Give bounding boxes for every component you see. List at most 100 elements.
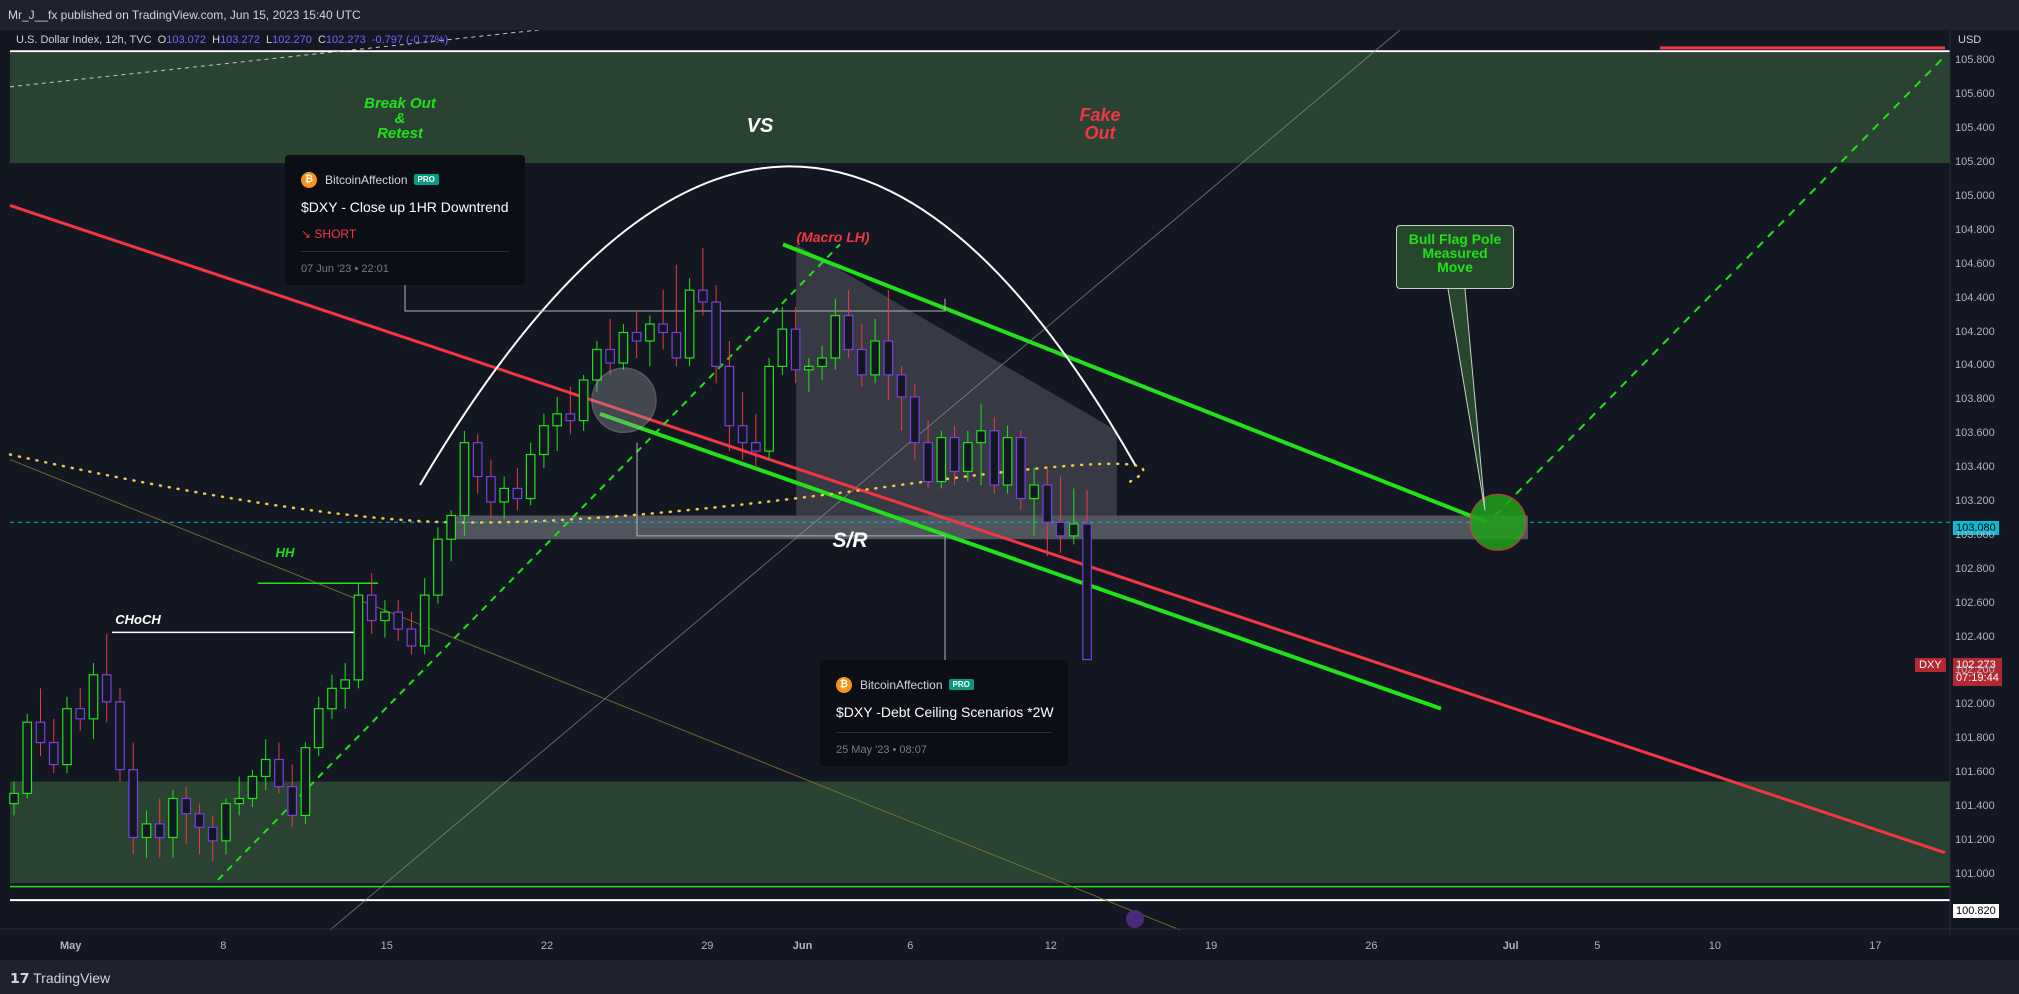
price-tick-label: 103.400: [1955, 461, 1995, 474]
candle-body: [777, 328, 788, 368]
price-tick-label: 102.800: [1955, 562, 1995, 575]
price-tick-label: 105.200: [1955, 156, 1995, 169]
candle-body: [406, 628, 417, 647]
candle-body: [62, 708, 72, 766]
candle-body: [327, 687, 337, 710]
candle-body: [75, 708, 86, 720]
bottom-price-tag: 100.820: [1953, 904, 1999, 918]
published-text: Mr_J__fx published on TradingView.com, J…: [8, 8, 361, 22]
candle-body: [433, 538, 443, 596]
idea-card-short[interactable]: ₿ BitcoinAffection PRO $DXY - Close up 1HR…: [285, 155, 525, 285]
breakout-annotation[interactable]: Break Out & Retest: [350, 96, 450, 141]
candle: [684, 278, 695, 367]
candle-body: [194, 813, 205, 828]
idea-date: 07 Jun '23 • 22:01: [301, 263, 389, 275]
candle-body: [88, 674, 99, 720]
candle-body: [698, 289, 708, 303]
candle: [353, 583, 364, 689]
sr-annotation[interactable]: S/R: [820, 530, 880, 551]
legend-low: 102.270: [272, 34, 312, 46]
idea-date: 25 May '23 • 08:07: [836, 744, 927, 756]
date-tick-label: 29: [701, 940, 714, 952]
breakout-line-1: Break Out: [364, 95, 436, 112]
fakeout-line-2: Out: [1084, 123, 1116, 143]
candle-body: [989, 430, 1000, 486]
date-tick-label: 15: [380, 940, 393, 952]
candle-body: [128, 769, 139, 839]
footer-bar: 𝟭𝟳 TradingView: [0, 960, 2019, 994]
price-tick-label: 101.000: [1955, 867, 1995, 880]
idea-direction: ↘ SHORT: [301, 227, 356, 241]
candle-body: [525, 453, 536, 500]
candle-body: [366, 594, 377, 622]
date-tick-label: 12: [1044, 940, 1057, 952]
price-tick-label: 102.000: [1955, 698, 1995, 711]
candle-body: [817, 357, 827, 368]
candle-body: [1082, 523, 1092, 661]
candle-body: [671, 331, 682, 359]
price-tick-label: 104.000: [1955, 359, 1995, 372]
candle-body: [909, 396, 920, 444]
symbol-legend: U.S. Dollar Index, 12h, TVC O103.072 H10…: [16, 34, 448, 46]
macro-lh-annotation[interactable]: (Macro LH): [778, 230, 888, 244]
candle-body: [724, 365, 735, 427]
hh-annotation[interactable]: HH: [270, 546, 300, 559]
vs-annotation[interactable]: VS: [730, 116, 790, 136]
date-tick-label: May: [60, 940, 82, 952]
price-tick-label: 102.200: [1955, 664, 1995, 677]
candle-body: [870, 340, 880, 376]
legend-open: 103.072: [166, 34, 206, 46]
fakeout-annotation[interactable]: Fake Out: [1060, 106, 1140, 142]
candle-body: [221, 802, 231, 842]
candle-body: [711, 301, 721, 368]
legend-high-label: H: [212, 34, 221, 46]
breakout-line-3: Retest: [377, 125, 423, 142]
bull-flag-line-3: Move: [1437, 259, 1473, 275]
candle: [1015, 430, 1026, 511]
candle-body: [300, 747, 311, 817]
candle-body: [22, 721, 33, 794]
candle-body: [234, 797, 245, 805]
candle-body: [896, 374, 907, 398]
price-tick-label: 103.600: [1955, 427, 1995, 440]
candle-body: [843, 314, 854, 351]
idea-author: BitcoinAffection: [860, 678, 943, 692]
candle: [764, 357, 774, 460]
candle-body: [790, 328, 801, 371]
price-tick-label: 101.800: [1955, 732, 1995, 745]
candle-body: [313, 708, 324, 749]
candle-body: [499, 487, 510, 503]
currency-label[interactable]: USD: [1958, 34, 1981, 46]
candle-body: [658, 323, 668, 334]
price-tick-label: 103.000: [1955, 528, 1995, 541]
choch-annotation[interactable]: CHoCH: [108, 613, 168, 626]
price-tick-label: 104.400: [1955, 291, 1995, 304]
legend-close-label: C: [317, 34, 326, 46]
candle-body: [101, 674, 112, 703]
candle-body: [512, 487, 523, 500]
idea-author: BitcoinAffection: [325, 173, 408, 187]
candle-body: [181, 797, 192, 815]
candle-body: [274, 758, 284, 788]
price-tick-label: 105.400: [1955, 122, 1995, 135]
fakeout-line-1: Fake: [1079, 105, 1121, 125]
bull-flag-callout[interactable]: Bull Flag Pole Measured Move: [1396, 225, 1514, 289]
pro-badge: PRO: [413, 174, 439, 186]
candle-body: [115, 701, 125, 771]
price-tick-label: 105.600: [1955, 88, 1995, 101]
candle-body: [1015, 436, 1026, 500]
legend-open-label: O: [157, 34, 167, 46]
tradingview-logo[interactable]: 𝟭𝟳 TradingView: [10, 970, 110, 987]
bull-flag-line-2: Measured: [1422, 245, 1488, 261]
bitcoin-icon: ₿: [301, 171, 317, 188]
candle-body: [168, 797, 178, 839]
candle-body: [684, 289, 695, 359]
candle-body: [260, 758, 271, 778]
bitcoin-icon: ₿: [836, 676, 852, 693]
idea-card-debt[interactable]: ₿ BitcoinAffection PRO $DXY -Debt Ceiling …: [820, 660, 1068, 766]
upper-demand-zone: [10, 52, 1950, 164]
candle-body: [737, 425, 748, 444]
candle-body: [605, 348, 615, 364]
date-tick-label: 5: [1594, 940, 1601, 952]
candle-body: [618, 331, 629, 364]
